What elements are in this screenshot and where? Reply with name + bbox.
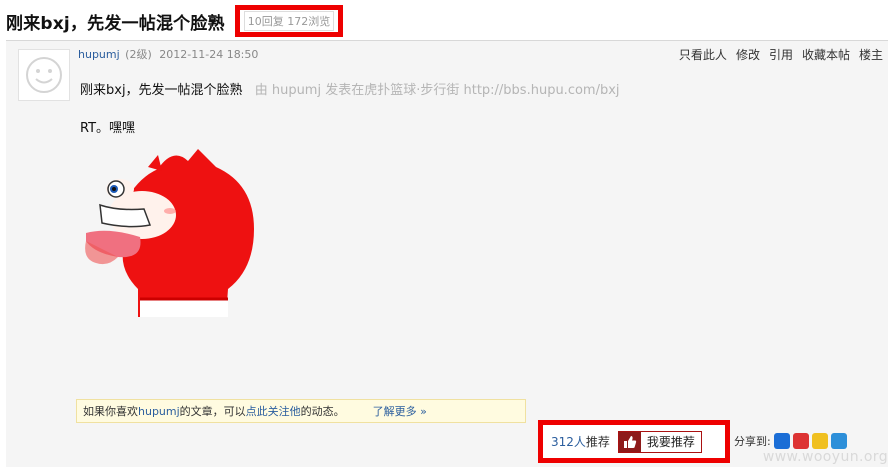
post-time: 2012-11-24 18:50 — [159, 48, 259, 61]
post-author-link[interactable]: hupumj — [78, 48, 120, 61]
default-avatar-icon — [26, 57, 62, 93]
post-container: hupumj (2级) 2012-11-24 18:50 只看此人 修改 引用 … — [6, 40, 888, 467]
author-level: (2级) — [125, 48, 152, 61]
edit-link[interactable]: 修改 — [736, 46, 760, 63]
recommend-count-number[interactable]: 312人 — [551, 435, 586, 449]
share-qq-icon[interactable] — [830, 433, 847, 449]
thread-stats: 10回复 172浏览 — [243, 11, 335, 31]
share-label: 分享到: — [734, 435, 771, 448]
follow-author-action-link[interactable]: 点此关注他 — [246, 403, 301, 419]
post-actions: 只看此人 修改 引用 收藏本帖 楼主 — [679, 46, 883, 63]
thread-header: 刚来bxj，先发一帖混个脸熟 10回复 172浏览 — [6, 5, 344, 37]
red-fox-cartoon-image — [85, 149, 254, 317]
share-weibo-icon[interactable] — [792, 433, 809, 449]
watermark: www.wooyun.org — [762, 449, 888, 465]
avatar[interactable] — [18, 49, 70, 101]
follow-prompt: 如果你喜欢 hupumj 的文章，可以 点此关注他 的动态。 了解更多 » — [76, 399, 526, 423]
recommend-button-label: 我要推荐 — [646, 435, 695, 449]
post-meta: hupumj (2级) 2012-11-24 18:50 — [78, 46, 258, 62]
share-renren-icon[interactable] — [773, 433, 790, 449]
share-qzone-icon[interactable] — [811, 433, 828, 449]
recommend-button[interactable]: 我要推荐 — [617, 430, 702, 453]
post-title: 刚来bxj，先发一帖混个脸熟 — [80, 83, 243, 98]
only-this-author-link[interactable]: 只看此人 — [679, 46, 727, 63]
follow-suffix: 的动态。 — [300, 405, 345, 418]
learn-more-link[interactable]: 了解更多 » — [373, 403, 427, 419]
follow-prefix: 如果你喜欢 — [83, 405, 138, 418]
share-bar: 分享到: — [734, 433, 847, 449]
recommend-count-suffix: 推荐 — [585, 435, 610, 449]
stats-highlight-box: 10回复 172浏览 — [234, 5, 344, 37]
quote-link[interactable]: 引用 — [769, 46, 793, 63]
bookmark-link[interactable]: 收藏本帖 — [802, 46, 850, 63]
follow-author-link[interactable]: hupumj — [138, 405, 180, 418]
floor-label: 楼主 — [858, 48, 883, 62]
thumbs-up-icon — [618, 431, 641, 452]
thread-title: 刚来bxj，先发一帖混个脸熟 — [6, 13, 225, 34]
post-body: RT。嘿嘿 — [80, 121, 136, 136]
post-title-line: 刚来bxj，先发一帖混个脸熟 由 hupumj 发表在虎扑篮球·步行街 http… — [80, 79, 620, 98]
recommend-count: 312人推荐 — [551, 433, 610, 450]
recommend-highlight-box: 312人推荐 我要推荐 — [538, 420, 730, 463]
post-source: 由 hupumj 发表在虎扑篮球·步行街 http://bbs.hupu.com… — [254, 83, 620, 98]
follow-middle: 的文章，可以 — [179, 405, 246, 418]
